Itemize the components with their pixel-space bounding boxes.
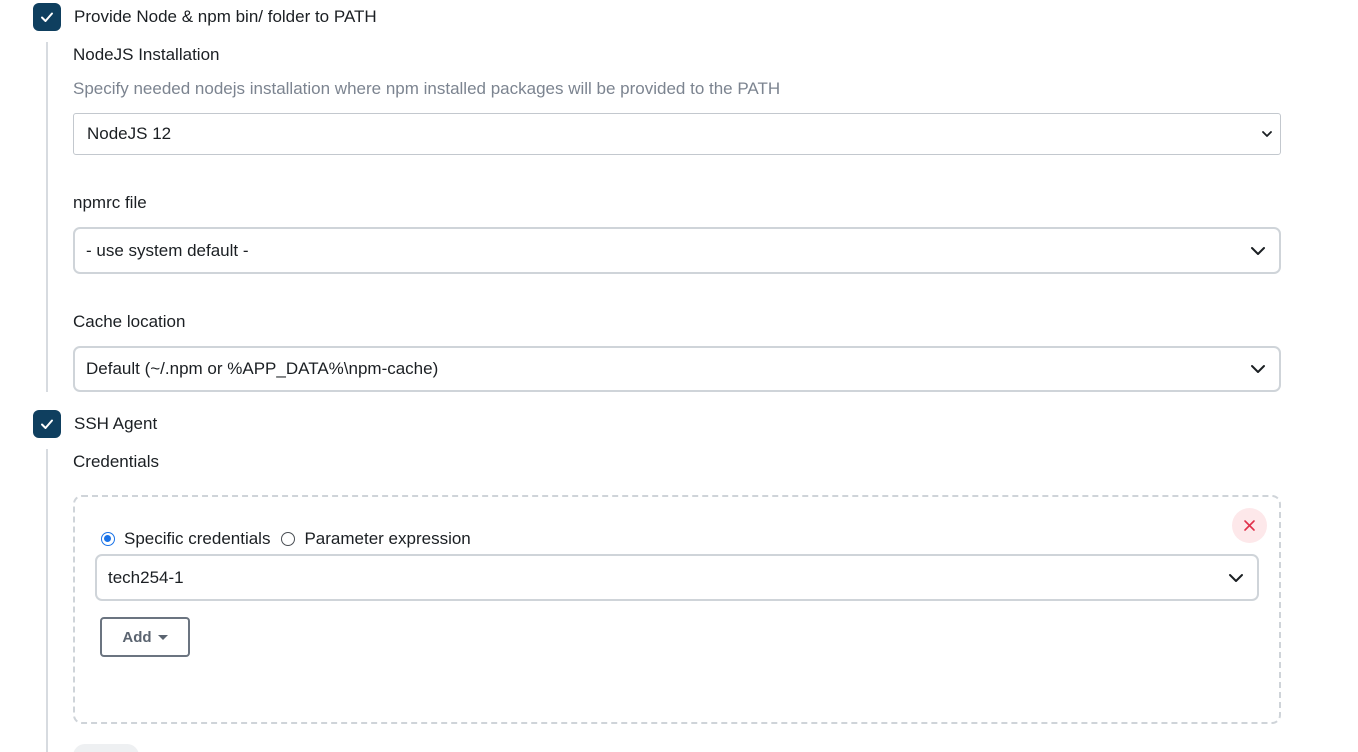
nodejs-installation-select[interactable]: NodeJS 12 [73, 113, 1281, 155]
close-icon [1244, 520, 1255, 531]
cache-location-select[interactable]: Default (~/.npm or %APP_DATA%\npm-cache) [73, 346, 1281, 392]
chevron-down-icon [1251, 246, 1265, 255]
ssh-agent-checkbox-label: SSH Agent [74, 414, 158, 433]
node-path-checkbox-row[interactable]: Provide Node & npm bin/ folder to PATH [33, 3, 377, 31]
add-credential-button[interactable]: Add [100, 617, 190, 657]
credentials-select[interactable]: tech254-1 [95, 554, 1259, 601]
build-environment-panel: Provide Node & npm bin/ folder to PATH N… [0, 0, 1358, 752]
parameter-expression-radio[interactable] [281, 532, 296, 546]
checkmark-icon [41, 419, 53, 429]
cache-location-label: Cache location [73, 312, 186, 331]
credentials-label: Credentials [73, 452, 159, 471]
next-item-stub [73, 744, 139, 752]
cache-location-value: Default (~/.npm or %APP_DATA%\npm-cache) [86, 359, 439, 378]
chevron-down-icon [1229, 573, 1243, 582]
remove-credential-button[interactable] [1232, 508, 1267, 543]
npmrc-label: npmrc file [73, 193, 147, 212]
chevron-down-icon [1262, 131, 1272, 137]
credentials-value: tech254-1 [108, 567, 184, 587]
ssh-agent-checkbox-row[interactable]: SSH Agent [33, 410, 157, 438]
parameter-expression-label[interactable]: Parameter expression [304, 529, 470, 549]
node-path-checkbox[interactable] [33, 3, 61, 31]
add-credential-label: Add [122, 628, 152, 646]
credentials-type-radio-group: Specific credentials Parameter expressio… [101, 529, 482, 549]
nodejs-installation-value: NodeJS 12 [87, 124, 172, 143]
node-section-guide-line [46, 42, 48, 392]
nodejs-installation-label: NodeJS Installation [73, 45, 220, 64]
caret-down-icon [157, 634, 168, 640]
npmrc-value: - use system default - [86, 240, 249, 260]
specific-credentials-radio[interactable] [101, 532, 115, 546]
checkmark-icon [41, 12, 53, 22]
node-path-checkbox-label: Provide Node & npm bin/ folder to PATH [74, 7, 377, 26]
npmrc-select[interactable]: - use system default - [73, 227, 1281, 274]
ssh-section-guide-line [46, 449, 48, 752]
specific-credentials-label[interactable]: Specific credentials [124, 529, 270, 549]
chevron-down-icon [1251, 365, 1265, 373]
nodejs-installation-help: Specify needed nodejs installation where… [73, 79, 781, 98]
ssh-agent-checkbox[interactable] [33, 410, 61, 438]
